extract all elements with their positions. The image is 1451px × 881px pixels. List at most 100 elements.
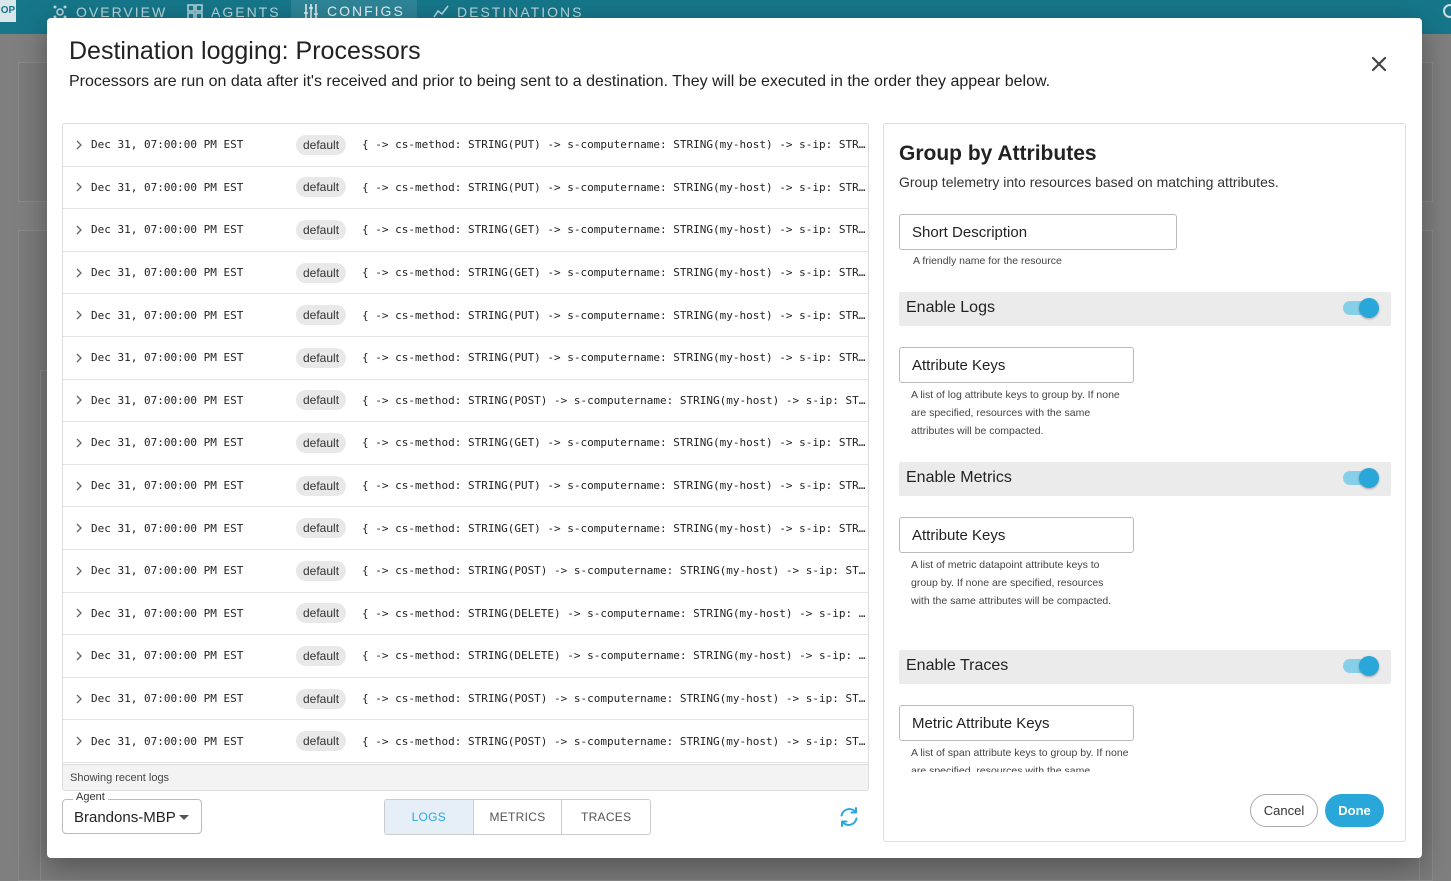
log-level-badge: default [296, 177, 347, 198]
close-icon[interactable] [1368, 53, 1390, 75]
log-row[interactable]: Dec 31, 07:00:00 PM EST default { -> cs-me… [63, 294, 868, 337]
log-timestamp: Dec 31, 07:00:00 PM EST [91, 351, 244, 365]
chevron-right-icon[interactable] [74, 310, 84, 320]
chevron-right-icon[interactable] [74, 182, 84, 192]
metric-attribute-keys-helper: A list of metric datapoint attribute key… [911, 559, 1112, 607]
enable-metrics-section: Enable Metrics [899, 462, 1391, 496]
log-level-badge: default [296, 134, 347, 155]
log-row[interactable]: Dec 31, 07:00:00 PM EST default { -> cs-me… [63, 124, 868, 167]
log-timestamp: Dec 31, 07:00:00 PM EST [91, 606, 244, 620]
log-timestamp: Dec 31, 07:00:00 PM EST [91, 180, 244, 194]
toggle-knob [1359, 656, 1379, 676]
log-timestamp: Dec 31, 07:00:00 PM EST [91, 521, 244, 535]
enable-logs-label: Enable Logs [906, 299, 995, 316]
cancel-button[interactable]: Cancel [1250, 794, 1318, 827]
enable-traces-toggle[interactable] [1343, 656, 1379, 676]
short-description-input[interactable]: Short Description [899, 214, 1177, 250]
enable-metrics-label: Enable Metrics [906, 469, 1012, 486]
log-level-badge: default [296, 645, 347, 666]
log-body: { -> cs-method: STRING(PUT) -> s-compute… [362, 479, 867, 493]
log-timestamp: Dec 31, 07:00:00 PM EST [91, 692, 244, 706]
log-level-badge: default [296, 347, 347, 368]
processor-title: Group by Attributes [899, 142, 1097, 165]
log-attribute-keys-helper: A list of log attribute keys to group by… [911, 389, 1120, 437]
chevron-right-icon[interactable] [74, 395, 84, 405]
log-attribute-keys-input[interactable]: Attribute Keys [899, 347, 1134, 383]
log-level-badge: default [296, 262, 347, 283]
processor-config-panel: Group by Attributes Group telemetry into… [883, 123, 1406, 842]
chevron-right-icon[interactable] [74, 438, 84, 448]
metric-attribute-keys-input[interactable]: Attribute Keys [899, 517, 1134, 553]
chevron-right-icon[interactable] [74, 694, 84, 704]
log-timestamp: Dec 31, 07:00:00 PM EST [91, 649, 244, 663]
log-body: { -> cs-method: STRING(GET) -> s-compute… [362, 266, 867, 280]
chevron-right-icon[interactable] [74, 651, 84, 661]
caret-down-icon [179, 815, 189, 820]
log-row[interactable]: Dec 31, 07:00:00 PM EST default { -> cs-me… [63, 337, 868, 380]
tab-metrics[interactable]: METRICS [474, 800, 563, 834]
log-row[interactable]: Dec 31, 07:00:00 PM EST default { -> cs-me… [63, 422, 868, 465]
log-body: { -> cs-method: STRING(PUT) -> s-compute… [362, 351, 867, 365]
sliders-icon [304, 4, 318, 18]
chevron-right-icon[interactable] [74, 268, 84, 278]
dialog-title: Destination logging: Processors [69, 37, 421, 65]
chevron-right-icon[interactable] [74, 736, 84, 746]
recent-logs-panel: Dec 31, 07:00:00 PM EST default { -> cs-me… [62, 123, 869, 791]
agent-select-label: Agent [73, 791, 108, 803]
done-button[interactable]: Done [1325, 794, 1384, 827]
log-timestamp: Dec 31, 07:00:00 PM EST [91, 734, 244, 748]
log-level-badge: default [296, 603, 347, 624]
chevron-right-icon[interactable] [74, 140, 84, 150]
log-timestamp: Dec 31, 07:00:00 PM EST [91, 138, 244, 152]
chevron-right-icon[interactable] [74, 566, 84, 576]
log-row[interactable]: Dec 31, 07:00:00 PM EST default { -> cs-me… [63, 678, 868, 721]
agent-select-value: Brandons-MBP [74, 809, 176, 826]
chevron-right-icon[interactable] [74, 353, 84, 363]
chevron-right-icon[interactable] [74, 608, 84, 618]
tab-logs[interactable]: LOGS [385, 800, 474, 834]
span-attribute-keys-input[interactable]: Metric Attribute Keys [899, 705, 1134, 741]
tab-traces[interactable]: TRACES [562, 800, 650, 834]
chevron-right-icon[interactable] [74, 523, 84, 533]
log-timestamp: Dec 31, 07:00:00 PM EST [91, 266, 244, 280]
log-body: { -> cs-method: STRING(POST) -> s-comput… [362, 564, 867, 578]
app-logo: OP [0, 0, 16, 22]
log-level-badge: default [296, 432, 347, 453]
log-level-badge: default [296, 219, 347, 240]
log-row[interactable]: Dec 31, 07:00:00 PM EST default { -> cs-me… [63, 167, 868, 210]
log-timestamp: Dec 31, 07:00:00 PM EST [91, 479, 244, 493]
log-row[interactable]: Dec 31, 07:00:00 PM EST default { -> cs-me… [63, 380, 868, 423]
enable-logs-section: Enable Logs [899, 292, 1391, 326]
log-row[interactable]: Dec 31, 07:00:00 PM EST default { -> cs-me… [63, 635, 868, 678]
account-icon[interactable] [1443, 4, 1451, 18]
log-level-badge: default [296, 731, 347, 752]
chevron-right-icon[interactable] [74, 225, 84, 235]
agent-select[interactable]: Agent Brandons-MBP [62, 791, 202, 834]
log-row[interactable]: Dec 31, 07:00:00 PM EST default { -> cs-me… [63, 209, 868, 252]
log-row[interactable]: Dec 31, 07:00:00 PM EST default { -> cs-me… [63, 720, 868, 763]
log-level-badge: default [296, 560, 347, 581]
log-row[interactable]: Dec 31, 07:00:00 PM EST default { -> cs-me… [63, 507, 868, 550]
enable-traces-label: Enable Traces [906, 657, 1009, 674]
enable-logs-toggle[interactable] [1343, 298, 1379, 318]
log-attribute-keys-placeholder: Attribute Keys [912, 357, 1006, 374]
log-row[interactable]: Dec 31, 07:00:00 PM EST default { -> cs-me… [63, 593, 868, 636]
dialog-subtitle: Processors are run on data after it's re… [69, 73, 1051, 90]
log-level-badge: default [296, 475, 347, 496]
log-timestamp: Dec 31, 07:00:00 PM EST [91, 436, 244, 450]
log-timestamp: Dec 31, 07:00:00 PM EST [91, 308, 244, 322]
log-row[interactable]: Dec 31, 07:00:00 PM EST default { -> cs-me… [63, 252, 868, 295]
log-body: { -> cs-method: STRING(GET) -> s-compute… [362, 521, 867, 535]
refresh-icon[interactable] [837, 805, 861, 829]
log-body: { -> cs-method: STRING(PUT) -> s-compute… [362, 180, 867, 194]
log-row[interactable]: Dec 31, 07:00:00 PM EST default { -> cs-me… [63, 550, 868, 593]
log-level-badge: default [296, 688, 347, 709]
enable-metrics-toggle[interactable] [1343, 468, 1379, 488]
log-body: { -> cs-method: STRING(POST) -> s-comput… [362, 393, 867, 407]
log-timestamp: Dec 31, 07:00:00 PM EST [91, 223, 244, 237]
log-level-badge: default [296, 305, 347, 326]
telemetry-tabs: LOGS METRICS TRACES [384, 799, 651, 835]
log-row[interactable]: Dec 31, 07:00:00 PM EST default { -> cs-me… [63, 465, 868, 508]
chevron-right-icon[interactable] [74, 481, 84, 491]
log-body: { -> cs-method: STRING(PUT) -> s-compute… [362, 308, 867, 322]
